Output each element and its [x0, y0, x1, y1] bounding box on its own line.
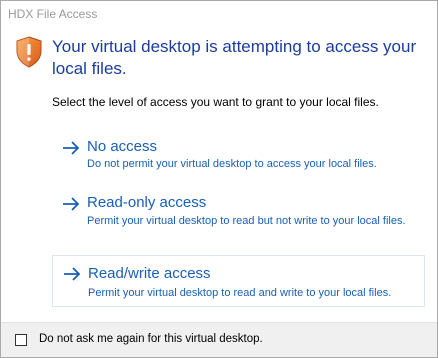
do-not-ask-label[interactable]: Do not ask me again for this virtual des…	[39, 333, 263, 345]
hdx-file-access-dialog: HDX File Access Your virtual desktop is …	[0, 0, 438, 358]
shield-warning-icon	[16, 36, 42, 68]
option-title: Read-only access	[87, 194, 207, 211]
dialog-headline: Your virtual desktop is attempting to ac…	[52, 37, 417, 78]
dialog-instruction: Select the level of access you want to g…	[52, 95, 379, 109]
dialog-footer: Do not ask me again for this virtual des…	[1, 322, 437, 357]
option-read-only-access[interactable]: Read-only access Permit your virtual des…	[52, 194, 425, 246]
window-title: HDX File Access	[8, 7, 98, 21]
option-no-access[interactable]: No access Do not permit your virtual des…	[52, 138, 425, 172]
option-read-write-access[interactable]: Read/write access Permit your virtual de…	[52, 255, 425, 307]
do-not-ask-checkbox[interactable]	[15, 334, 27, 346]
option-title: Read/write access	[88, 265, 211, 282]
option-description: Permit your virtual desktop to read but …	[87, 215, 406, 227]
arrow-right-icon	[63, 141, 80, 155]
option-description: Permit your virtual desktop to read and …	[88, 287, 392, 299]
option-title: No access	[87, 138, 158, 155]
option-description: Do not permit your virtual desktop to ac…	[87, 158, 377, 170]
arrow-right-icon	[64, 267, 81, 281]
arrow-right-icon	[63, 197, 80, 211]
